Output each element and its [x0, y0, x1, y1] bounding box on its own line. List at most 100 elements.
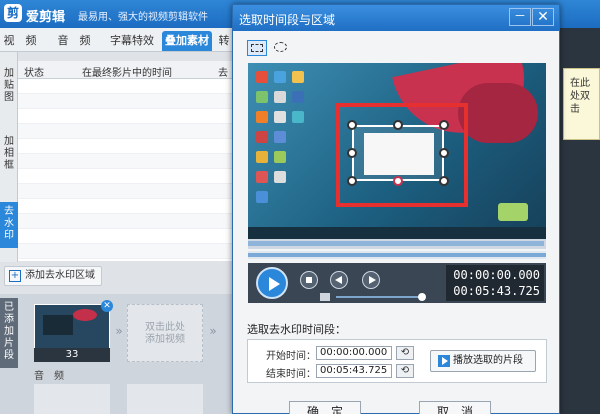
resize-handle[interactable]: [439, 120, 449, 130]
vtab-label: 加相框: [4, 136, 14, 171]
step-back-icon: [335, 276, 342, 284]
current-time: 00:00:00.000: [453, 268, 540, 282]
previous-frame-button[interactable]: [330, 271, 348, 289]
table-row: [18, 244, 248, 259]
selection-region-content: [364, 133, 434, 175]
desktop-icon: [256, 91, 268, 103]
playback-timeline[interactable]: [248, 251, 546, 259]
remove-clip-icon[interactable]: ✕: [101, 300, 113, 312]
desktop-icon: [274, 151, 286, 163]
sync-start-time-icon[interactable]: ⟲: [396, 346, 414, 360]
vtab-add-sticker[interactable]: 加贴图: [0, 66, 18, 110]
volume-slider-knob[interactable]: [418, 293, 426, 301]
audio-slot[interactable]: [34, 384, 110, 414]
next-frame-button[interactable]: [362, 271, 380, 289]
desktop-icon: [292, 91, 304, 103]
audio-slot[interactable]: [127, 384, 203, 414]
empty-clip-slot[interactable]: 双击此处添加视频: [127, 304, 203, 362]
tab-subtitle-effects[interactable]: 字幕特效: [104, 31, 160, 51]
desktop-icon: [274, 71, 286, 83]
resize-handle[interactable]: [347, 176, 357, 186]
table-row: [18, 94, 248, 109]
preview-art: [458, 83, 538, 143]
volume-slider[interactable]: [336, 296, 422, 298]
desktop-icon: [256, 111, 268, 123]
add-watermark-region-label: 添加去水印区域: [25, 270, 95, 281]
vtab-remove-watermark[interactable]: 去水印: [0, 202, 18, 248]
added-clips-label-text: 已添加片段: [4, 302, 14, 361]
minimize-icon[interactable]: －: [509, 8, 531, 26]
resize-handle[interactable]: [347, 120, 357, 130]
added-clips-label: 已添加片段: [0, 298, 18, 368]
desktop-icon: [256, 131, 268, 143]
table-row: [18, 109, 248, 124]
thumbnail-art: [43, 315, 73, 335]
desktop-icon: [292, 111, 304, 123]
resize-handle[interactable]: [347, 148, 357, 158]
tab-overlay-material[interactable]: 叠加素材: [162, 31, 212, 51]
app-name: 爱剪辑: [26, 10, 66, 25]
table-row: [18, 184, 248, 199]
select-time-region-dialog: 选取时间段与区域 － ✕ 00:00:00.000 00:05:43.725 选…: [232, 4, 560, 414]
ok-button[interactable]: 确 定: [289, 401, 361, 414]
app-slogan: 最易用、强大的视频剪辑软件: [78, 12, 208, 23]
table-header: 状态 在最终影片中的时间 去: [18, 61, 248, 79]
thumbnail-art: [73, 309, 97, 321]
desktop-icon: [274, 111, 286, 123]
double-chevron-icon: »: [115, 324, 123, 338]
column-remove: 去: [218, 68, 228, 79]
table-row: [18, 169, 248, 184]
video-preview[interactable]: [248, 63, 546, 249]
preview-scrollbar-thumb[interactable]: [248, 241, 544, 246]
left-vertical-tabs: 加贴图 加相框 去水印: [0, 52, 18, 262]
total-time: 00:05:43.725: [453, 284, 540, 298]
resize-handle[interactable]: [393, 176, 403, 186]
selection-region[interactable]: [352, 125, 444, 181]
time-display: 00:00:00.000 00:05:43.725: [446, 265, 544, 301]
play-icon: [438, 355, 450, 367]
resize-handle[interactable]: [439, 148, 449, 158]
desktop-icon: [256, 71, 268, 83]
rectangle-select-tool-icon[interactable]: [247, 40, 267, 56]
table-row: [18, 124, 248, 139]
volume-icon[interactable]: [320, 293, 330, 301]
table-row: [18, 154, 248, 169]
desktop-gadget: [498, 203, 528, 221]
cancel-button[interactable]: 取 消: [419, 401, 491, 414]
table-body: [18, 79, 248, 259]
close-icon[interactable]: ✕: [532, 8, 554, 26]
table-row: [18, 139, 248, 154]
vtab-add-frame[interactable]: 加相框: [0, 134, 18, 178]
tab-video[interactable]: 视 频: [0, 31, 40, 51]
preview-taskbar: [248, 227, 546, 239]
sync-end-time-icon[interactable]: ⟲: [396, 364, 414, 378]
table-row: [18, 229, 248, 244]
resize-handle[interactable]: [439, 176, 449, 186]
play-selection-button[interactable]: 播放选取的片段: [430, 350, 536, 372]
vtab-label: 去水印: [4, 206, 14, 241]
ellipse-select-tool-icon[interactable]: [271, 40, 291, 56]
timeline-track: [248, 253, 546, 257]
tab-audio[interactable]: 音 频: [50, 31, 98, 51]
desktop-icon: [274, 131, 286, 143]
desktop-icon: [274, 171, 286, 183]
column-time-in-movie: 在最终影片中的时间: [82, 68, 172, 79]
desktop-icon: [256, 191, 268, 203]
start-time-input[interactable]: 00:00:00.000: [316, 346, 392, 360]
add-watermark-region-button[interactable]: + 添加去水印区域: [4, 266, 102, 286]
dialog-titlebar: 选取时间段与区域 － ✕: [233, 5, 559, 31]
plus-icon: +: [9, 270, 21, 282]
resize-handle[interactable]: [393, 120, 403, 130]
table-row: [18, 214, 248, 229]
time-range-panel: 开始时间： 00:00:00.000 ⟲ 结束时间： 00:05:43.725 …: [247, 339, 547, 383]
desktop-icon: [292, 71, 304, 83]
tab-transition[interactable]: 转: [216, 31, 232, 51]
stop-button[interactable]: [300, 271, 318, 289]
play-button[interactable]: [256, 267, 288, 299]
desktop-icon: [256, 171, 268, 183]
end-time-input[interactable]: 00:05:43.725: [316, 364, 392, 378]
watermark-list-table: 状态 在最终影片中的时间 去: [18, 61, 248, 261]
desktop-icons: [256, 71, 312, 211]
double-click-note: 在此处双击: [563, 68, 600, 140]
end-time-label: 结束时间：: [266, 369, 316, 380]
